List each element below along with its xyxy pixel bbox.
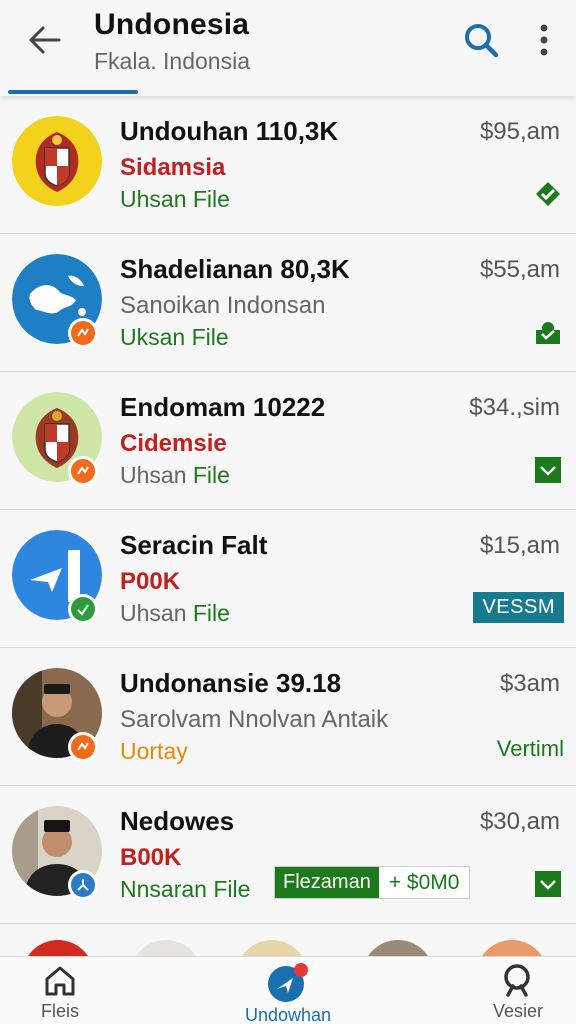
file-prefix: Uhsan [120, 600, 187, 626]
nav-label: Fleis [40, 1001, 79, 1021]
list-item[interactable]: Undonansie 39.18 $3am Sarolvam Nnolvan A… [0, 648, 576, 786]
nav-home[interactable]: Fleis [0, 963, 130, 1022]
item-title: Undouhan 110,3K [120, 116, 339, 146]
item-file-label: Uhsan File [120, 600, 230, 627]
item-file-label: Uksan File [120, 324, 229, 350]
item-subtitle: Sidamsia [120, 154, 226, 181]
diamond-check-icon [536, 182, 560, 206]
bottom-navigation: Fleis Undowhan Vesier [0, 956, 576, 1024]
emblem-yellow-logo [12, 116, 102, 206]
file-prefix: Uhsan [120, 462, 187, 488]
amount-chip[interactable]: Flezaman + $0M0 [274, 866, 471, 899]
item-price: $30,am [479, 808, 560, 835]
item-title: Shadelianan 80,3K [120, 254, 350, 284]
item-price: $3am [499, 670, 560, 697]
arrow-left-icon [29, 26, 61, 54]
app-header: Undonesia Fkala. Indonsia [0, 0, 576, 96]
search-icon [504, 964, 530, 997]
item-subtitle: Cidemsie [120, 430, 227, 457]
check-square-icon [535, 871, 561, 897]
status-indicator[interactable] [534, 870, 562, 898]
orange-badge-icon [68, 732, 98, 762]
nav-vesier[interactable]: Vesier [448, 963, 576, 1022]
file-suffix: File [192, 462, 230, 488]
status-tag[interactable]: VESSM [473, 592, 564, 623]
nav-label: Vesier [492, 1001, 544, 1021]
status-indicator[interactable] [534, 180, 562, 208]
send-circle-icon [268, 963, 308, 1002]
back-button[interactable] [22, 20, 66, 60]
badge-person-icon [536, 322, 560, 344]
item-title: Endomam 10222 [120, 392, 326, 422]
list-item[interactable]: Seracin Falt $15,am P00K Uhsan File VESS… [0, 510, 576, 648]
next-list-item-peek [0, 924, 576, 958]
search-icon [465, 24, 499, 58]
item-file-label: Uhsan File [120, 462, 230, 489]
file-suffix: File [192, 600, 230, 626]
item-subtitle: Sarolvam Nnolvan Antaik [120, 706, 389, 733]
item-file-label: Uortay [120, 738, 188, 764]
chip-amount: + $0M0 [388, 870, 460, 894]
item-file-label: Nnsaran File [120, 876, 251, 902]
orange-badge-icon [68, 318, 98, 348]
nav-label: Undowhan [244, 1005, 332, 1024]
list-item[interactable]: Undouhan 110,3K $95,am Sidamsia Uhsan Fi… [0, 96, 576, 234]
list-item[interactable]: Nedowes $30,am B00K Nnsaran File Flezama… [0, 786, 576, 924]
item-list: Undouhan 110,3K $95,am Sidamsia Uhsan Fi… [0, 96, 576, 924]
item-price: $15,am [479, 532, 560, 559]
status-indicator[interactable] [534, 318, 562, 346]
item-title: Seracin Falt [120, 530, 268, 560]
status-indicator[interactable] [534, 456, 562, 484]
green-badge-icon [68, 594, 98, 624]
item-title: Nedowes [120, 806, 235, 836]
page-title: Undonesia [94, 8, 250, 41]
more-options-button[interactable] [526, 18, 562, 62]
item-subtitle: P00K [120, 568, 181, 595]
item-subtitle: B00K [120, 844, 182, 871]
blue-badge-icon [68, 870, 98, 900]
status-label[interactable]: Vertiml [497, 736, 564, 762]
list-item[interactable]: Shadelianan 80,3K $55,am Sanoikan Indons… [0, 234, 576, 372]
item-subtitle: Sanoikan Indonsan [120, 292, 326, 319]
item-file-label: Uhsan File [120, 186, 230, 212]
list-item[interactable]: Endomam 10222 $34.,sim Cidemsie Uhsan Fi… [0, 372, 576, 510]
page-subtitle: Fkala. Indonsia [94, 48, 250, 74]
item-price: $34.,sim [469, 394, 560, 421]
item-price: $55,am [479, 256, 560, 283]
search-button[interactable] [458, 18, 504, 62]
active-tab-indicator [8, 90, 138, 94]
check-square-icon [535, 457, 561, 483]
home-icon [45, 966, 75, 996]
item-price: $95,am [479, 118, 560, 145]
nav-undowhan[interactable]: Undowhan [218, 963, 358, 1024]
chip-label: Flezaman [275, 867, 379, 898]
item-title: Undonansie 39.18 [120, 668, 342, 698]
orange-badge-icon [68, 456, 98, 486]
more-vertical-icon [540, 24, 548, 56]
